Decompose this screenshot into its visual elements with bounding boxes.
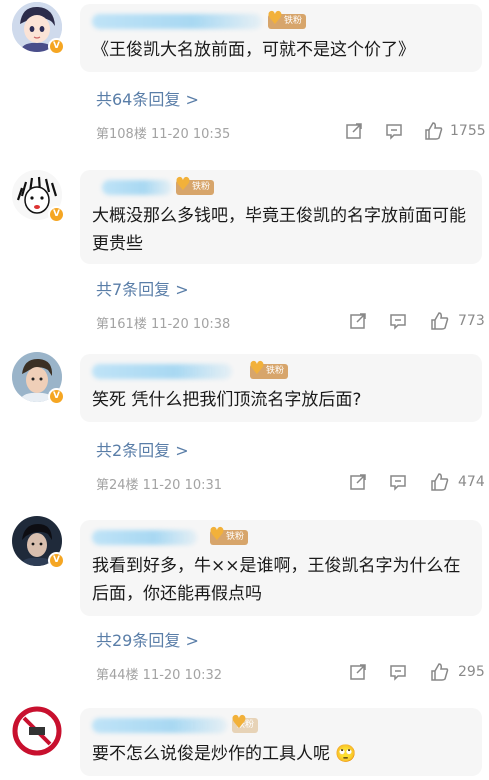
verified-badge-icon: V [48,552,65,569]
comment-icon[interactable] [384,121,406,143]
floor-timestamp: 第44楼 11-20 10:32 [96,668,223,683]
view-replies-link[interactable]: 共7条回复 > [96,276,189,300]
username-row: 铁粉 [92,176,470,198]
fan-badge: 铁粉 [230,714,259,733]
comment-bubble: 铁粉 《王俊凯大名放前面，可就不是这个价了》 [80,4,482,72]
comment-bubble: 铁粉 大概没那么多钱吧，毕竟王俊凯的名字放前面可能更贵些 [80,170,482,264]
share-icon[interactable] [348,311,370,333]
username-row: 铁粉 [92,10,470,32]
comment-bubble: 铁粉 要不怎么说俊是炒作的工具人呢 🙄 [80,708,482,776]
like-count: 1755 [450,123,486,139]
share-icon[interactable] [348,662,370,684]
comment-icon[interactable] [388,472,410,494]
comment-meta: 第44楼 11-20 10:32 295 [96,662,488,684]
thumbs-up-icon[interactable] [430,662,452,684]
fan-badge: 铁粉 [266,10,307,29]
like-count: 773 [458,313,485,329]
floor-timestamp: 第24楼 11-20 10:31 [96,478,223,493]
comment-text: 笑死 凭什么把我们顶流名字放后面? [92,390,362,410]
comment-icon[interactable] [388,311,410,333]
thumbs-up-icon[interactable] [430,311,452,333]
view-replies-link[interactable]: 共29条回复 > [96,627,199,651]
verified-badge-icon: V [48,206,65,223]
like-count: 474 [458,474,485,490]
comment-text: 大概没那么多钱吧，毕竟王俊凯的名字放前面可能更贵些 [92,206,466,254]
comment-icon[interactable] [388,662,410,684]
verified-badge-icon: V [48,388,65,405]
username-blurred[interactable] [102,180,172,195]
comment-meta: 第24楼 11-20 10:31 474 [96,472,488,494]
comment-text: 我看到好多，牛××是谁啊，王俊凯名字为什么在后面，你还能再假点吗 [92,556,461,604]
thumbs-up-icon[interactable] [424,121,446,143]
share-icon[interactable] [348,472,370,494]
username-row: 铁粉 [92,714,470,736]
floor-timestamp: 第108楼 11-20 10:35 [96,127,231,142]
thumbs-up-icon[interactable] [430,472,452,494]
comment-meta: 第161楼 11-20 10:38 773 [96,311,488,333]
view-replies-link[interactable]: 共64条回复 > [96,86,199,110]
comment-bubble: 铁粉 笑死 凭什么把我们顶流名字放后面? [80,354,482,422]
fan-badge: 铁粉 [174,176,215,195]
view-replies-link[interactable]: 共2条回复 > [96,437,189,461]
comment-meta: 第108楼 11-20 10:35 1755 [96,121,488,143]
username-blurred[interactable] [92,364,232,379]
username-blurred[interactable] [92,530,197,545]
comment-text: 要不怎么说俊是炒作的工具人呢 🙄 [92,744,357,764]
like-count: 295 [458,664,485,680]
share-icon[interactable] [344,121,366,143]
comment-text: 《王俊凯大名放前面，可就不是这个价了》 [92,40,415,60]
username-row: 铁粉 [92,526,470,548]
username-blurred[interactable] [92,14,262,29]
avatar-image [12,706,62,756]
fan-badge: 铁粉 [208,526,249,545]
comment-bubble: 铁粉 我看到好多，牛××是谁啊，王俊凯名字为什么在后面，你还能再假点吗 [80,520,482,616]
username-blurred[interactable] [92,718,227,733]
username-row: 铁粉 [92,360,470,382]
verified-badge-icon: V [48,38,65,55]
avatar[interactable] [12,706,62,756]
fan-badge: 铁粉 [248,360,289,379]
floor-timestamp: 第161楼 11-20 10:38 [96,317,231,332]
